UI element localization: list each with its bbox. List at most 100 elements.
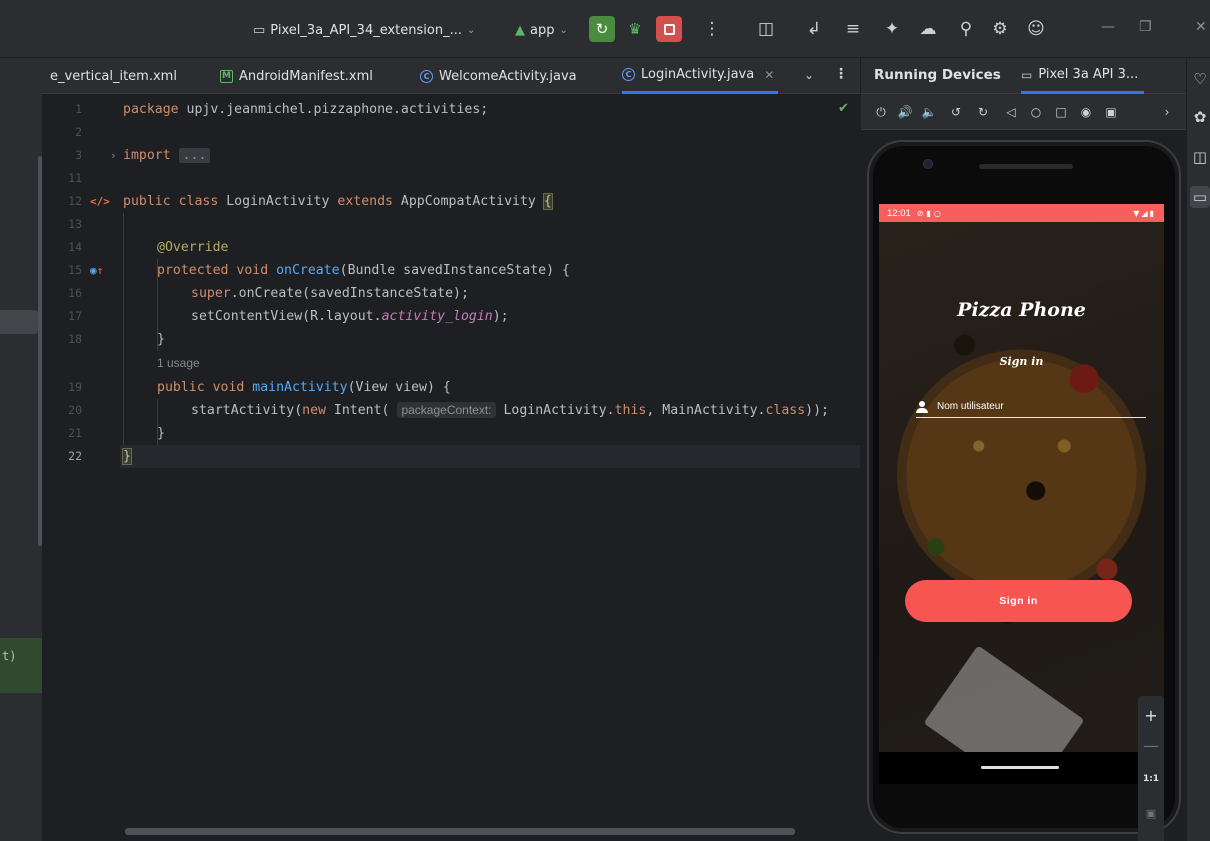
more-icon[interactable]: ⋮ bbox=[834, 66, 848, 82]
left-selected-row[interactable] bbox=[0, 310, 38, 334]
fold-arrow-icon[interactable]: › bbox=[110, 144, 117, 167]
rerun-button[interactable]: ↻ bbox=[589, 16, 615, 42]
keyword: package bbox=[123, 102, 179, 117]
device-manager-button[interactable]: ☁ bbox=[916, 16, 940, 42]
method-name: onCreate bbox=[276, 263, 340, 278]
sync-button[interactable]: ≡ bbox=[841, 16, 865, 42]
right-tool-strip: ♡ ✿ ◫ ▭ bbox=[1186, 58, 1210, 841]
rerun-icon: ↻ bbox=[595, 20, 609, 38]
home-icon[interactable]: ○ bbox=[1026, 102, 1046, 122]
sign-in-button[interactable]: Sign in bbox=[905, 580, 1132, 622]
debug-button[interactable]: ♛ bbox=[622, 16, 648, 42]
fit-icon[interactable]: ▣ bbox=[1138, 800, 1164, 826]
horizontal-scrollbar[interactable] bbox=[125, 828, 795, 835]
no-problems-check-icon[interactable]: ✔ bbox=[838, 101, 849, 116]
device-tab-label: Pixel 3a API 3... bbox=[1038, 67, 1139, 82]
username-field[interactable]: Nom utilisateur bbox=[916, 396, 1146, 418]
sign-in-heading: Sign in bbox=[999, 355, 1044, 368]
tab-android-manifest[interactable]: M AndroidManifest.xml bbox=[220, 58, 373, 94]
account-icon: ☺ bbox=[1027, 19, 1045, 39]
code-line-17: setContentView(R.layout.activity_login); bbox=[191, 305, 509, 328]
keyword: protected void bbox=[157, 263, 269, 278]
code-editor[interactable]: 1 2 3 11 12 13 14 15 16 17 18 19 20 21 2… bbox=[42, 94, 860, 841]
override-icon[interactable]: ◉↑ bbox=[90, 259, 103, 282]
notifications-icon[interactable]: ♡ bbox=[1190, 68, 1210, 90]
tab-device-pixel-3a[interactable]: ▭ Pixel 3a API 3... bbox=[1021, 58, 1145, 94]
running-devices-icon[interactable]: ▭ bbox=[1190, 186, 1210, 208]
overview-icon[interactable]: □ bbox=[1051, 102, 1071, 122]
zoom-actual-size-button[interactable]: 1:1 bbox=[1138, 766, 1164, 792]
tab-login-activity[interactable]: C LoginActivity.java ✕ bbox=[622, 58, 779, 94]
editor-tabs: e_vertical_item.xml M AndroidManifest.xm… bbox=[42, 58, 860, 94]
stop-icon bbox=[663, 23, 675, 35]
tab-vertical-item-xml[interactable]: e_vertical_item.xml bbox=[50, 58, 177, 94]
usage-hint[interactable]: 1 usage bbox=[157, 352, 200, 375]
minimize-icon[interactable]: — bbox=[1101, 19, 1115, 35]
run-config-selector[interactable]: ▲ app ⌄ bbox=[515, 21, 568, 39]
intent-text: Intent( bbox=[325, 403, 398, 418]
code-line-12: public class LoginActivity extends AppCo… bbox=[123, 190, 553, 213]
class-close-brace: } bbox=[122, 448, 132, 465]
code-line-15: protected void onCreate(Bundle savedInst… bbox=[157, 259, 570, 282]
settings-button[interactable]: ⚙ bbox=[988, 16, 1012, 42]
line-number: 12 bbox=[68, 194, 82, 208]
search-button[interactable]: ⚲ bbox=[954, 16, 978, 42]
import-fold[interactable]: ... bbox=[178, 148, 211, 163]
battery-icon: ▮ bbox=[1149, 208, 1156, 218]
call-end: )); bbox=[805, 403, 829, 418]
app-title: Pizza Phone bbox=[957, 299, 1086, 321]
account-button[interactable]: ☺ bbox=[1024, 16, 1048, 42]
close-tab-icon[interactable]: ✕ bbox=[764, 68, 774, 82]
left-truncated-text: t) bbox=[2, 649, 17, 663]
phone-frame: 12:01 ⊘▮○ ▼◢▮ Pizza Phone Sign in Nom ut… bbox=[867, 140, 1181, 834]
power-icon[interactable]: ⏻ bbox=[871, 102, 891, 122]
emulator-icon[interactable]: ◫ bbox=[1190, 146, 1210, 168]
line-number: 2 bbox=[75, 125, 82, 139]
method-name: mainActivity bbox=[252, 380, 348, 395]
tab-label: e_vertical_item.xml bbox=[50, 68, 177, 84]
chevron-down-icon[interactable]: ⌄ bbox=[804, 68, 814, 82]
rotate-right-icon[interactable]: ↻ bbox=[973, 102, 993, 122]
chevron-down-icon: ⌄ bbox=[466, 24, 476, 36]
editor-gutter: 1 2 3 11 12 13 14 15 16 17 18 19 20 21 2… bbox=[42, 94, 120, 841]
phone-screen[interactable]: 12:01 ⊘▮○ ▼◢▮ Pizza Phone Sign in Nom ut… bbox=[879, 204, 1164, 784]
left-highlight-block bbox=[0, 638, 42, 693]
code-line-14: @Override bbox=[157, 236, 228, 259]
screen-record-icon[interactable]: ▣ bbox=[1101, 102, 1121, 122]
running-devices-header: Running Devices ▭ Pixel 3a API 3... bbox=[861, 58, 1187, 94]
chevron-right-icon[interactable]: › bbox=[1157, 102, 1177, 122]
screenshot-icon[interactable]: ◉ bbox=[1076, 102, 1096, 122]
profiler-button[interactable]: ✦ bbox=[880, 16, 904, 42]
layout-inspector-icon: ◫ bbox=[757, 19, 775, 39]
xml-link-icon[interactable]: </> bbox=[90, 190, 110, 213]
line-number: 18 bbox=[68, 332, 82, 346]
code-line-20: startActivity(new Intent( packageContext… bbox=[191, 399, 829, 422]
more-actions-button[interactable]: ⋮ bbox=[700, 16, 724, 42]
zoom-in-button[interactable]: + bbox=[1138, 702, 1164, 728]
rotate-left-icon[interactable]: ↺ bbox=[946, 102, 966, 122]
close-icon[interactable]: ✕ bbox=[1195, 19, 1207, 35]
device-selector-label: Pixel_3a_API_34_extension_... bbox=[270, 22, 462, 38]
restore-icon[interactable]: ❐ bbox=[1139, 19, 1152, 35]
stop-button[interactable] bbox=[656, 16, 682, 42]
apply-changes-button[interactable]: ↲ bbox=[802, 16, 826, 42]
keyword: this bbox=[614, 403, 647, 418]
keyword: class bbox=[765, 403, 806, 418]
tab-welcome-activity[interactable]: C WelcomeActivity.java bbox=[420, 58, 577, 94]
zoom-out-button[interactable]: — bbox=[1138, 732, 1164, 758]
device-selector[interactable]: ▭ Pixel_3a_API_34_extension_... ⌄ bbox=[253, 21, 475, 39]
gemini-icon[interactable]: ✿ bbox=[1190, 106, 1210, 128]
tab-label: AndroidManifest.xml bbox=[239, 68, 373, 84]
back-icon[interactable]: ◁ bbox=[1001, 102, 1021, 122]
home-gesture-bar[interactable] bbox=[981, 766, 1059, 769]
phone-speaker bbox=[979, 164, 1073, 169]
volume-down-icon[interactable]: 🔈 bbox=[919, 102, 939, 122]
settings-icon: ⚙ bbox=[992, 19, 1008, 39]
volume-up-icon[interactable]: 🔊 bbox=[895, 102, 915, 122]
layout-inspector-button[interactable]: ◫ bbox=[754, 16, 778, 42]
chevron-down-icon: ⌄ bbox=[559, 24, 568, 36]
keyword: import bbox=[123, 148, 171, 163]
line-number: 3 bbox=[75, 148, 82, 162]
running-devices-panel: Running Devices ▭ Pixel 3a API 3... ⏻ 🔊 … bbox=[860, 58, 1187, 841]
debug-icon: ♛ bbox=[628, 20, 642, 38]
